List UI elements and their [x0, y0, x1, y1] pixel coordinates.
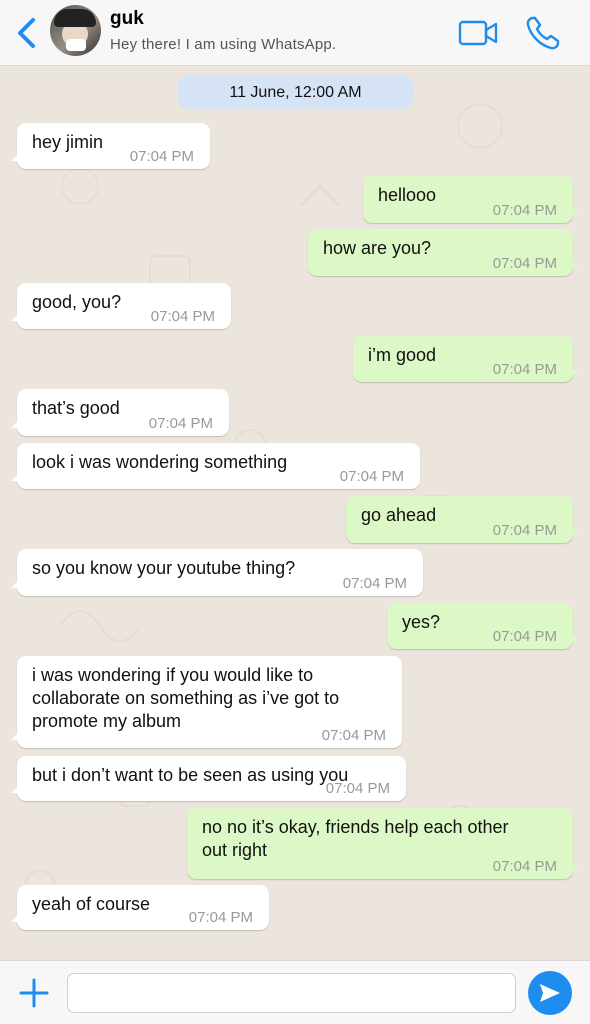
message-timestamp: 07:04 PM: [325, 780, 390, 797]
outgoing-message[interactable]: how are you? 07:04 PM: [308, 229, 579, 276]
back-chevron-icon[interactable]: [14, 16, 38, 50]
incoming-message[interactable]: but i don’t want to be seen as using you…: [11, 756, 406, 801]
incoming-message[interactable]: yeah of course 07:04 PM: [11, 885, 269, 930]
outgoing-message[interactable]: go ahead 07:04 PM: [346, 496, 579, 543]
incoming-message[interactable]: i was wondering if you would like to col…: [11, 656, 402, 748]
video-call-icon[interactable]: [458, 18, 498, 48]
avatar[interactable]: [50, 5, 101, 56]
outgoing-message[interactable]: no no it’s okay, friends help each other…: [187, 808, 579, 879]
message-timestamp: 07:04 PM: [492, 255, 557, 272]
message-text: i was wondering if you would like to col…: [32, 665, 340, 731]
incoming-message[interactable]: so you know your youtube thing? 07:04 PM: [11, 549, 423, 596]
outgoing-message[interactable]: i’m good 07:04 PM: [353, 336, 579, 382]
outgoing-message[interactable]: hellooo 07:04 PM: [363, 176, 579, 223]
send-icon: [540, 984, 560, 1002]
message-timestamp: 07:04 PM: [492, 628, 557, 645]
incoming-message[interactable]: good, you? 07:04 PM: [11, 283, 231, 329]
message-timestamp: 07:04 PM: [342, 575, 407, 592]
send-button[interactable]: [528, 971, 572, 1015]
plus-icon[interactable]: [16, 975, 52, 1011]
contact-name[interactable]: guk: [110, 8, 144, 30]
message-timestamp: 07:04 PM: [188, 909, 253, 926]
message-timestamp: 07:04 PM: [492, 522, 557, 539]
message-text: no no it’s okay, friends help each other…: [202, 817, 509, 860]
composer-bar: [0, 960, 590, 1024]
message-timestamp: 07:04 PM: [492, 361, 557, 378]
contact-status: Hey there! I am using WhatsApp.: [110, 36, 337, 53]
message-timestamp: 07:04 PM: [129, 148, 194, 165]
chat-area[interactable]: 11 June, 12:00 AM hey jimin 07:04 PM hello…: [0, 66, 590, 960]
message-timestamp: 07:04 PM: [339, 468, 404, 485]
phone-icon[interactable]: [524, 14, 562, 52]
incoming-message[interactable]: look i was wondering something 07:04 PM: [11, 443, 420, 489]
message-timestamp: 07:04 PM: [321, 727, 386, 744]
chat-header: guk Hey there! I am using WhatsApp.: [0, 0, 590, 66]
message-input[interactable]: [67, 973, 516, 1013]
date-divider: 11 June, 12:00 AM: [178, 76, 413, 109]
incoming-message[interactable]: that’s good 07:04 PM: [11, 389, 229, 436]
message-timestamp: 07:04 PM: [492, 858, 557, 875]
message-timestamp: 07:04 PM: [148, 415, 213, 432]
message-timestamp: 07:04 PM: [150, 308, 215, 325]
incoming-message[interactable]: hey jimin 07:04 PM: [11, 123, 210, 169]
outgoing-message[interactable]: yes? 07:04 PM: [387, 603, 579, 649]
message-timestamp: 07:04 PM: [492, 202, 557, 219]
